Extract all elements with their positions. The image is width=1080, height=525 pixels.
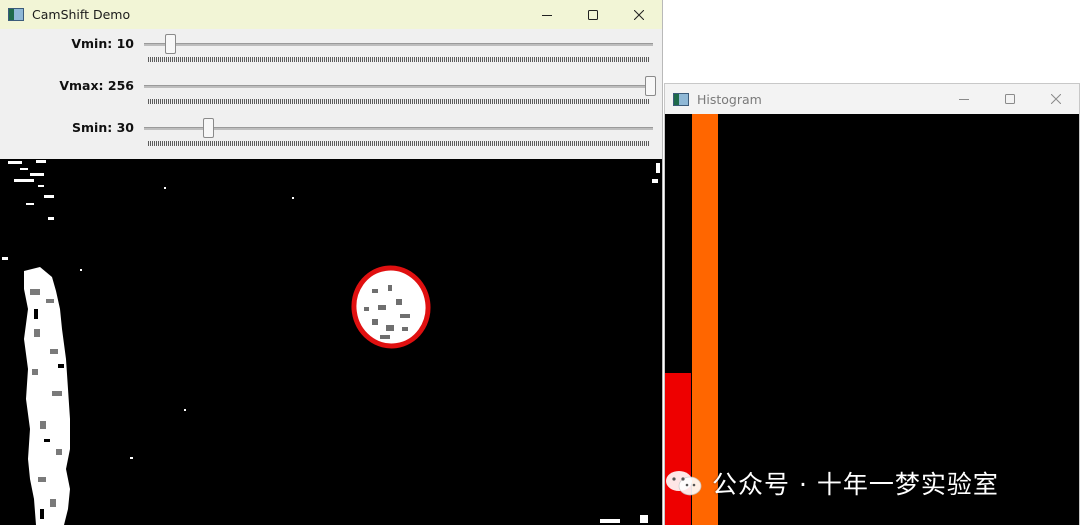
minimize-button[interactable]	[524, 0, 570, 29]
trackbar-track[interactable]	[144, 85, 653, 88]
histogram-bar	[692, 114, 718, 525]
window-title: Histogram	[697, 91, 762, 107]
trackbar-thumb[interactable]	[645, 76, 656, 96]
trackbar-label: Smin: 30	[72, 120, 134, 135]
histogram-title-bar[interactable]: Histogram	[665, 84, 1079, 114]
close-button[interactable]	[616, 0, 662, 29]
window-title: CamShift Demo	[32, 7, 131, 22]
close-icon	[634, 9, 644, 20]
trackbar-label: Vmax: 256	[59, 78, 134, 93]
maximize-icon	[588, 9, 598, 20]
minimize-button[interactable]	[941, 85, 987, 114]
maximize-button[interactable]	[987, 85, 1033, 114]
trackbar-vmax: Vmax: 256	[0, 72, 662, 112]
trackbar-track[interactable]	[144, 43, 653, 46]
app-window-icon	[673, 92, 689, 106]
trackbar-thumb[interactable]	[203, 118, 214, 138]
trackbar-smin: Smin: 30	[0, 114, 662, 154]
close-button[interactable]	[1033, 85, 1079, 114]
minimize-icon	[542, 14, 552, 16]
histogram-bar	[665, 373, 691, 525]
histogram-canvas	[665, 114, 1079, 525]
camshift-demo-window: CamShift Demo Vmin: 10 Vmax: 256 Smin: 3…	[0, 0, 663, 525]
trackbar-ticks	[148, 99, 649, 104]
trackbar-label: Vmin: 10	[71, 36, 134, 51]
minimize-icon	[959, 99, 969, 100]
maximize-button[interactable]	[570, 0, 616, 29]
close-icon	[1051, 94, 1061, 104]
backprojection-image	[0, 159, 662, 525]
app-window-icon	[8, 8, 24, 21]
trackbar-ticks	[148, 57, 649, 62]
trackbar-panel: Vmin: 10 Vmax: 256 Smin: 30	[0, 30, 662, 159]
trackbar-thumb[interactable]	[165, 34, 176, 54]
histogram-window: Histogram	[664, 83, 1080, 525]
trackbar-track[interactable]	[144, 127, 653, 130]
maximize-icon	[1005, 94, 1015, 104]
wechat-icon	[666, 471, 702, 496]
backprojection-view	[0, 159, 662, 525]
camshift-title-bar[interactable]: CamShift Demo	[0, 0, 662, 29]
watermark-text: 公众号 · 十年一梦实验室	[712, 470, 999, 499]
watermark: 公众号 · 十年一梦实验室	[664, 466, 999, 500]
trackbar-vmin: Vmin: 10	[0, 30, 662, 70]
trackbar-ticks	[148, 141, 649, 146]
